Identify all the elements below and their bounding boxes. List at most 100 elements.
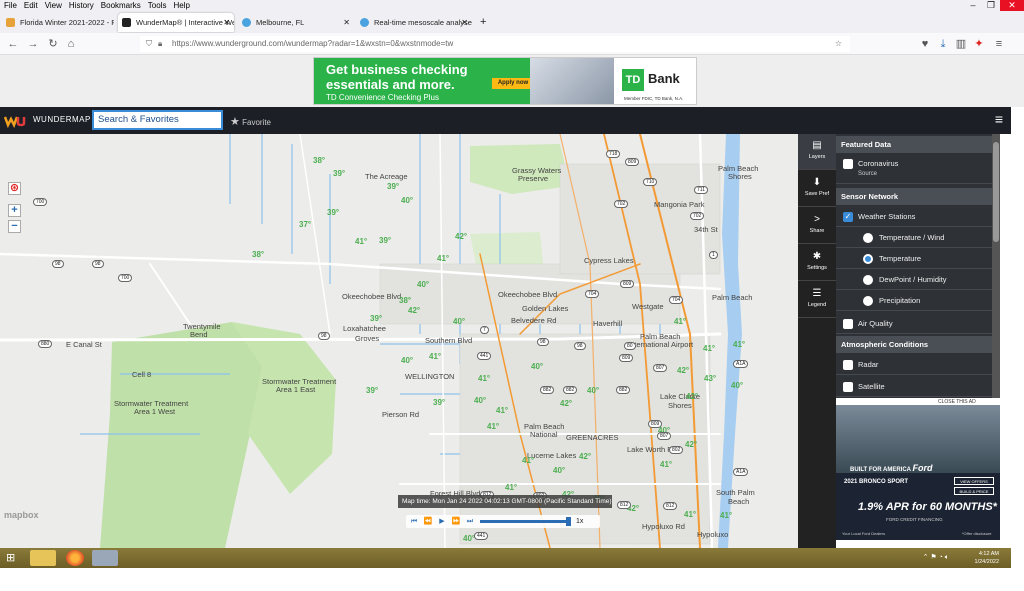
- close-window-icon[interactable]: ✕: [1000, 0, 1024, 11]
- extension-icon[interactable]: ✦: [972, 37, 986, 51]
- temperature-marker[interactable]: 41°: [496, 406, 508, 415]
- tab-mesoscale[interactable]: Real-time mesoscale analyses fo ✕: [356, 13, 472, 32]
- temperature-marker[interactable]: 39°: [379, 236, 391, 245]
- locate-icon[interactable]: ⊛: [8, 182, 21, 195]
- skip-back-icon[interactable]: ⏮: [408, 516, 420, 527]
- layers-button[interactable]: ▤ Layers: [798, 134, 836, 170]
- temperature-marker[interactable]: 41°: [355, 237, 367, 246]
- temperature-marker[interactable]: 40°: [531, 362, 543, 371]
- menu-edit[interactable]: Edit: [24, 0, 38, 11]
- temperature-marker[interactable]: 41°: [684, 510, 696, 519]
- close-tab-icon[interactable]: ✕: [223, 13, 230, 32]
- temperature-marker[interactable]: 42°: [677, 366, 689, 375]
- reload-icon[interactable]: ↻: [46, 37, 60, 51]
- pocket-icon[interactable]: ♥: [918, 37, 932, 51]
- firefox-icon[interactable]: [66, 550, 84, 566]
- skip-forward-icon[interactable]: ⏭: [464, 516, 476, 527]
- menu-history[interactable]: History: [69, 0, 94, 11]
- temperature-marker[interactable]: 40°: [401, 356, 413, 365]
- taskbar-clock[interactable]: 4:12 AM 1/24/2022: [975, 550, 999, 566]
- restore-icon[interactable]: ❐: [982, 0, 1000, 11]
- temperature-marker[interactable]: 43°: [704, 374, 716, 383]
- timeline-handle[interactable]: [566, 517, 571, 526]
- new-tab-button[interactable]: +: [476, 13, 494, 32]
- temperature-marker[interactable]: 40°: [587, 386, 599, 395]
- temperature-radio[interactable]: [863, 254, 873, 264]
- weather-stations-layer[interactable]: ✓ Weather Stations: [836, 207, 992, 227]
- temperature-marker[interactable]: 42°: [579, 452, 591, 461]
- temperature-marker[interactable]: 38°: [313, 156, 325, 165]
- temperature-marker[interactable]: 39°: [333, 169, 345, 178]
- forward-icon[interactable]: →: [26, 37, 40, 51]
- satellite-checkbox[interactable]: [843, 382, 853, 392]
- panel-scrollbar[interactable]: [992, 134, 1000, 398]
- temperature-marker[interactable]: 41°: [733, 340, 745, 349]
- hamburger-menu-icon[interactable]: ≡: [995, 111, 1003, 127]
- paint-icon[interactable]: [92, 550, 118, 566]
- coronavirus-checkbox[interactable]: [843, 159, 853, 169]
- temperature-marker[interactable]: 39°: [370, 314, 382, 323]
- menu-file[interactable]: File: [4, 0, 17, 11]
- coronavirus-layer[interactable]: Coronavirus Source: [836, 154, 992, 184]
- search-input[interactable]: Search & Favorites: [92, 110, 223, 130]
- wu-logo-icon[interactable]: [4, 114, 26, 128]
- temperature-marker[interactable]: 41°: [505, 483, 517, 492]
- ad-disclosure-link[interactable]: *Offer disclosure: [962, 531, 992, 536]
- ford-ad[interactable]: BUILT FOR AMERICA Ford 2021 BRONCO SPORT…: [836, 405, 1000, 540]
- view-offers-button[interactable]: VIEW OFFERS: [954, 477, 994, 485]
- settings-button[interactable]: ✱ Settings: [798, 245, 836, 281]
- step-forward-icon[interactable]: ⏩: [450, 516, 462, 527]
- temperature-marker[interactable]: 40°: [553, 466, 565, 475]
- back-icon[interactable]: ←: [6, 37, 20, 51]
- temperature-marker[interactable]: 41°: [703, 344, 715, 353]
- bookmark-star-icon[interactable]: ☆: [835, 36, 842, 52]
- temperature-marker[interactable]: 42°: [686, 392, 698, 401]
- map-canvas[interactable]: ⊛ + − The Acreage Grassy Waters Preserve Pa…: [0, 134, 798, 548]
- temperature-marker[interactable]: 37°: [299, 220, 311, 229]
- temperature-marker[interactable]: 41°: [437, 254, 449, 263]
- zoom-out-button[interactable]: −: [8, 220, 21, 233]
- close-tab-icon[interactable]: ✕: [461, 13, 468, 32]
- temperature-marker[interactable]: 41°: [660, 460, 672, 469]
- app-menu-icon[interactable]: ≡: [992, 37, 1006, 51]
- windows-start-icon[interactable]: ⊞: [6, 551, 22, 565]
- tab-wundermap[interactable]: WunderMap® | Interactive Wea ✕: [118, 13, 234, 32]
- step-back-icon[interactable]: ⏪: [422, 516, 434, 527]
- menu-view[interactable]: View: [45, 0, 62, 11]
- url-bar[interactable]: ⛉ 🔒︎ https://www.wunderground.com/wunder…: [140, 36, 850, 52]
- lock-icon[interactable]: 🔒︎: [158, 36, 162, 52]
- temperature-marker[interactable]: 41°: [720, 511, 732, 520]
- menu-help[interactable]: Help: [173, 0, 189, 11]
- apply-now-button[interactable]: Apply now: [492, 78, 534, 89]
- scrollbar-thumb[interactable]: [993, 142, 999, 242]
- temperature-marker[interactable]: 42°: [455, 232, 467, 241]
- radar-layer[interactable]: Radar: [836, 355, 992, 375]
- precipitation-radio[interactable]: [863, 296, 873, 306]
- satellite-layer[interactable]: Satellite: [836, 377, 992, 397]
- zoom-in-button[interactable]: +: [8, 204, 21, 217]
- sidebar-icon[interactable]: ▥: [954, 37, 968, 51]
- temperature-marker[interactable]: 40°: [453, 317, 465, 326]
- temperature-marker[interactable]: 38°: [399, 296, 411, 305]
- tab-melbourne[interactable]: Melbourne, FL ✕: [238, 13, 354, 32]
- dewpoint-humidity-radio[interactable]: [863, 275, 873, 285]
- temperature-marker[interactable]: 40°: [417, 280, 429, 289]
- air-quality-checkbox[interactable]: [843, 319, 853, 329]
- temperature-marker[interactable]: 42°: [560, 399, 572, 408]
- speed-select[interactable]: 1x: [576, 516, 583, 527]
- legend-button[interactable]: ☰ Legend: [798, 282, 836, 318]
- play-icon[interactable]: ▶: [436, 516, 448, 527]
- temperature-marker[interactable]: 39°: [387, 182, 399, 191]
- temperature-marker[interactable]: 38°: [252, 250, 264, 259]
- menu-bookmarks[interactable]: Bookmarks: [101, 0, 141, 11]
- build-price-button[interactable]: BUILD & PRICE: [954, 487, 994, 495]
- temperature-marker[interactable]: 42°: [408, 306, 420, 315]
- minimize-icon[interactable]: –: [964, 0, 982, 11]
- option-temperature[interactable]: Temperature: [836, 249, 992, 269]
- temperature-marker[interactable]: 42°: [685, 440, 697, 449]
- td-bank-ad[interactable]: Get business checking essentials and mor…: [313, 57, 697, 105]
- option-temperature-wind[interactable]: Temperature / Wind: [836, 228, 992, 248]
- temperature-marker[interactable]: 41°: [522, 456, 534, 465]
- mapbox-logo[interactable]: mapbox: [4, 510, 39, 520]
- close-tab-icon[interactable]: ✕: [343, 13, 350, 32]
